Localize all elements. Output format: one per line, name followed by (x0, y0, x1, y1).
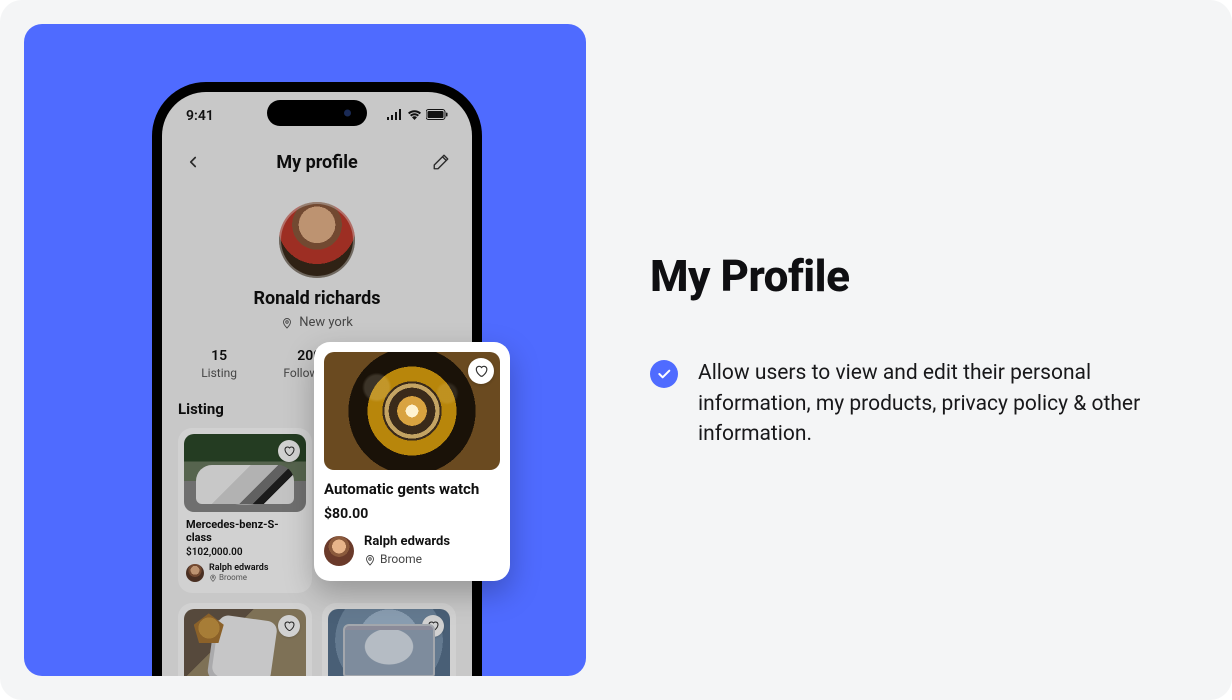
pin-icon (364, 554, 376, 566)
listing-title: Automatic gents watch (324, 480, 500, 498)
feature-bullet: Allow users to view and edit their perso… (650, 358, 1170, 449)
back-button[interactable] (178, 147, 208, 177)
listing-card[interactable] (322, 603, 456, 676)
pin-icon (281, 317, 293, 329)
battery-icon (426, 109, 448, 124)
seller-avatar (324, 536, 354, 566)
status-icons (387, 109, 448, 124)
feature-heading: My Profile (650, 250, 1170, 302)
page-title: My profile (276, 152, 357, 173)
pencil-icon (432, 153, 450, 171)
favorite-button[interactable] (278, 615, 300, 637)
stat-listing[interactable]: 15 Listing (201, 348, 237, 380)
listing-card[interactable] (178, 603, 312, 676)
listing-card-popout[interactable]: Automatic gents watch $80.00 Ralph edwar… (314, 342, 510, 581)
seller-name: Ralph edwards (364, 534, 450, 550)
phone-notch (267, 100, 367, 126)
heart-icon (283, 620, 295, 632)
feature-slide: 9:41 (0, 0, 1232, 700)
profile-location: New york (178, 315, 456, 330)
chevron-left-icon (184, 153, 202, 171)
edit-button[interactable] (426, 147, 456, 177)
favorite-button[interactable] (422, 615, 444, 637)
status-time: 9:41 (186, 108, 214, 124)
cellular-icon (387, 109, 403, 124)
pin-icon (209, 574, 217, 582)
seller-location: Broome (209, 574, 268, 583)
listing-image (184, 609, 306, 676)
favorite-button[interactable] (278, 440, 300, 462)
seller-location: Broome (364, 552, 450, 567)
listing-price: $80.00 (324, 506, 500, 522)
favorite-button[interactable] (468, 358, 494, 384)
listing-price: $102,000.00 (186, 547, 304, 558)
feature-description: My Profile Allow users to view and edit … (650, 0, 1210, 700)
profile-avatar[interactable] (279, 202, 355, 278)
profile-name: Ronald richards (178, 288, 456, 309)
seller-avatar (186, 564, 204, 582)
listing-image (328, 609, 450, 676)
feature-bullet-text: Allow users to view and edit their perso… (698, 358, 1170, 449)
listing-image (184, 434, 306, 512)
page-header: My profile (178, 140, 456, 184)
profile-location-text: New york (299, 315, 353, 330)
listing-card[interactable]: Mercedes-benz-S-class $102,000.00 Ralph … (178, 428, 312, 593)
heart-icon (474, 364, 488, 378)
heart-icon (283, 445, 295, 457)
wifi-icon (407, 109, 422, 124)
heart-icon (427, 620, 439, 632)
check-icon (650, 360, 678, 388)
listing-seller: Ralph edwards Broome (324, 534, 500, 567)
listing-seller: Ralph edwards Broome (186, 564, 304, 583)
mockup-panel: 9:41 (24, 24, 586, 676)
listing-title: Mercedes-benz-S-class (186, 518, 304, 544)
listing-image (324, 352, 500, 470)
